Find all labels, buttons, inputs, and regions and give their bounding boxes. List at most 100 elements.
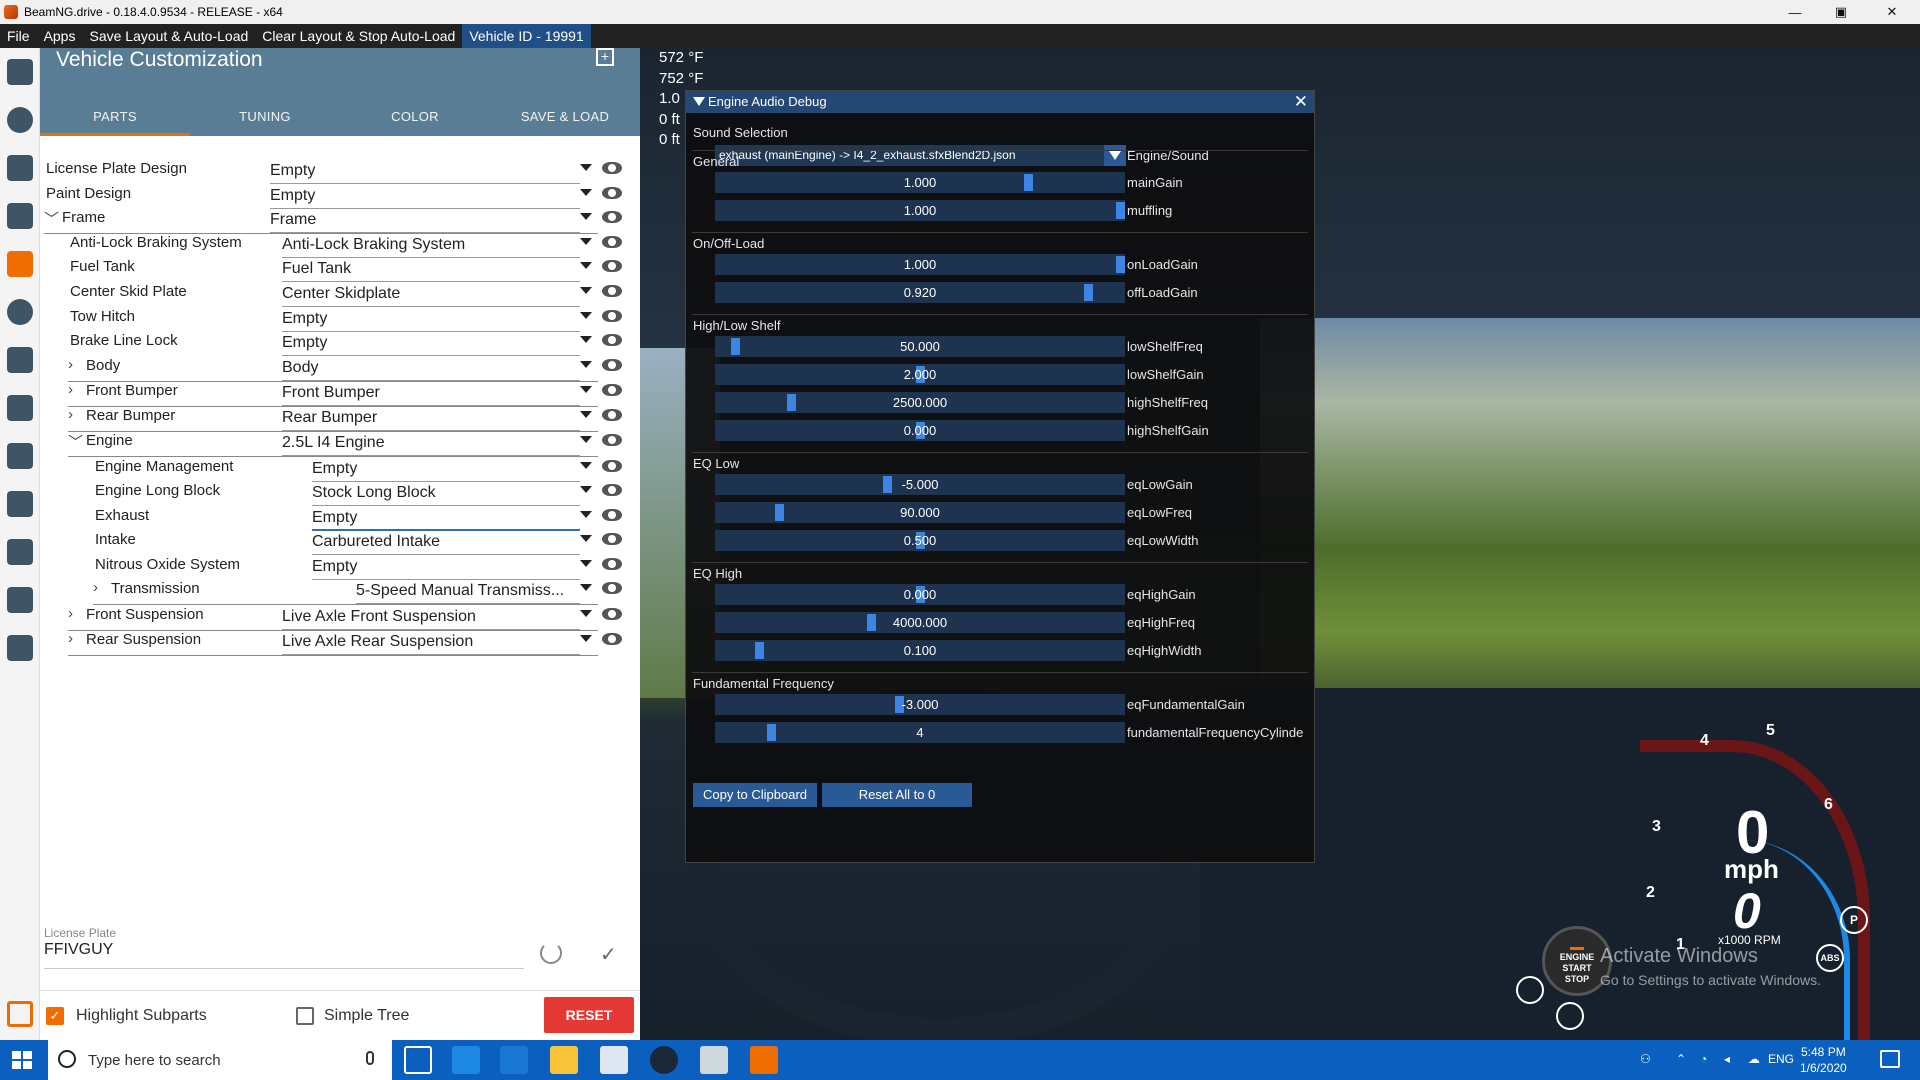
visibility-eye-icon[interactable] xyxy=(602,509,622,521)
windows-start-icon[interactable] xyxy=(12,1051,32,1069)
visibility-eye-icon[interactable] xyxy=(602,236,622,248)
slider-track[interactable]: 2.000 xyxy=(715,364,1125,385)
dropdown-arrow-icon[interactable] xyxy=(580,189,592,196)
slider-track[interactable]: 1.000 xyxy=(715,254,1125,275)
tab-tuning[interactable]: TUNING xyxy=(190,98,340,136)
volume-icon[interactable]: ◂ xyxy=(1724,1052,1730,1066)
visibility-eye-icon[interactable] xyxy=(602,533,622,545)
expand-chevron-icon[interactable]: › xyxy=(93,579,98,596)
notepad-icon[interactable] xyxy=(700,1046,728,1074)
visibility-eye-icon[interactable] xyxy=(602,409,622,421)
slider-track[interactable]: 0.920 xyxy=(715,282,1125,303)
store-icon[interactable] xyxy=(500,1046,528,1074)
slider-track[interactable]: 1.000 xyxy=(715,200,1125,221)
dropdown-arrow-icon[interactable] xyxy=(580,635,592,642)
dropdown-arrow-icon[interactable] xyxy=(580,486,592,493)
tab-save-load[interactable]: SAVE & LOAD xyxy=(490,98,640,136)
dropdown-arrow-icon[interactable] xyxy=(580,361,592,368)
help-icon[interactable] xyxy=(0,96,40,144)
visibility-eye-icon[interactable] xyxy=(602,633,622,645)
dropdown-arrow-icon[interactable] xyxy=(580,411,592,418)
visibility-eye-icon[interactable] xyxy=(602,187,622,199)
slider-track[interactable]: 0.100 xyxy=(715,640,1125,661)
visibility-eye-icon[interactable] xyxy=(602,460,622,472)
slider-track[interactable]: 90.000 xyxy=(715,502,1125,523)
dropdown-arrow-icon[interactable] xyxy=(580,560,592,567)
reset-all-button[interactable]: Reset All to 0 xyxy=(822,783,972,807)
people-icon[interactable]: ⚇ xyxy=(1640,1052,1651,1066)
tab-color[interactable]: COLOR xyxy=(340,98,490,136)
ui-apps-icon[interactable] xyxy=(0,480,40,528)
menu-file[interactable]: File xyxy=(0,24,37,48)
reset-button[interactable]: RESET xyxy=(544,997,634,1033)
task-view-icon[interactable] xyxy=(404,1046,432,1074)
network-icon[interactable]: ◔ xyxy=(1700,1052,1707,1066)
visibility-eye-icon[interactable] xyxy=(602,558,622,570)
expand-chevron-icon[interactable]: › xyxy=(68,381,73,398)
menu-save-layout[interactable]: Save Layout & Auto-Load xyxy=(82,24,255,48)
visibility-eye-icon[interactable] xyxy=(602,484,622,496)
file-explorer-icon[interactable] xyxy=(550,1046,578,1074)
slider-track[interactable]: -3.000 xyxy=(715,694,1125,715)
microphone-icon[interactable] xyxy=(366,1051,374,1065)
camera-icon[interactable] xyxy=(0,432,40,480)
onedrive-icon[interactable]: ☁ xyxy=(1748,1052,1760,1066)
stats-chart-icon[interactable] xyxy=(0,624,40,672)
engine-audio-debug-titlebar[interactable]: Engine Audio Debug ✕ xyxy=(686,91,1314,113)
part-select[interactable]: Live Axle Rear Suspension xyxy=(282,629,580,655)
collapse-triangle-icon[interactable] xyxy=(693,97,705,106)
slider-track[interactable]: 50.000 xyxy=(715,336,1125,357)
slider-track[interactable]: 4 xyxy=(715,722,1125,743)
taskbar-search-box[interactable]: Type here to search xyxy=(48,1040,392,1080)
vehicle-config-icon[interactable] xyxy=(0,240,40,288)
beamng-taskbar-icon[interactable] xyxy=(750,1046,778,1074)
sound-selection-combo[interactable]: exhaust (mainEngine) -> I4_2_exhaust.sfx… xyxy=(715,145,1106,166)
minimize-button[interactable]: — xyxy=(1772,0,1818,24)
refresh-icon[interactable] xyxy=(540,942,562,964)
language-indicator[interactable]: ENG xyxy=(1768,1052,1794,1066)
license-plate-input[interactable]: FFIVGUY xyxy=(44,941,524,969)
tray-chevron-icon[interactable]: ⌃ xyxy=(1676,1052,1686,1066)
menu-vehicle-id[interactable]: Vehicle ID - 19991 xyxy=(462,24,591,48)
film-icon[interactable] xyxy=(0,384,40,432)
visibility-eye-icon[interactable] xyxy=(602,211,622,223)
visibility-eye-icon[interactable] xyxy=(602,285,622,297)
debug-bug-icon[interactable] xyxy=(0,576,40,624)
visibility-eye-icon[interactable] xyxy=(602,384,622,396)
action-center-icon[interactable] xyxy=(1880,1050,1900,1068)
dropdown-arrow-icon[interactable] xyxy=(580,213,592,220)
dropdown-arrow-icon[interactable] xyxy=(580,610,592,617)
expand-chevron-icon[interactable]: › xyxy=(68,605,73,622)
dropdown-arrow-icon[interactable] xyxy=(580,336,592,343)
add-panel-icon[interactable]: + xyxy=(596,48,614,66)
expand-chevron-icon[interactable]: › xyxy=(68,356,73,373)
environment-icon[interactable] xyxy=(0,288,40,336)
vehicle-icon[interactable] xyxy=(0,192,40,240)
layers-icon[interactable] xyxy=(0,48,40,96)
collapse-chevron-icon[interactable]: ﹀ xyxy=(44,208,59,229)
dropdown-arrow-icon[interactable] xyxy=(580,312,592,319)
dropdown-arrow-icon[interactable] xyxy=(580,436,592,443)
dropdown-arrow-icon[interactable] xyxy=(580,386,592,393)
combo-arrow-icon[interactable] xyxy=(1104,145,1126,166)
collapse-chevron-icon[interactable]: ﹀ xyxy=(68,431,83,452)
visibility-eye-icon[interactable] xyxy=(602,260,622,272)
tab-parts[interactable]: PARTS xyxy=(40,98,190,136)
part-row[interactable]: › Rear Suspension Live Axle Rear Suspensio… xyxy=(40,625,640,656)
highlight-subparts-checkbox[interactable]: ✓ xyxy=(46,1007,64,1025)
menu-clear-layout[interactable]: Clear Layout & Stop Auto-Load xyxy=(255,24,462,48)
visibility-eye-icon[interactable] xyxy=(602,162,622,174)
dropdown-arrow-icon[interactable] xyxy=(580,287,592,294)
dropdown-arrow-icon[interactable] xyxy=(580,462,592,469)
maximize-button[interactable]: ▣ xyxy=(1818,0,1864,24)
dropdown-arrow-icon[interactable] xyxy=(580,535,592,542)
slider-track[interactable]: 2500.000 xyxy=(715,392,1125,413)
slider-track[interactable]: -5.000 xyxy=(715,474,1125,495)
menu-apps[interactable]: Apps xyxy=(37,24,83,48)
slider-track[interactable]: 0.000 xyxy=(715,584,1125,605)
visibility-eye-icon[interactable] xyxy=(602,334,622,346)
taskbar-clock[interactable]: 5:48 PM 1/6/2020 xyxy=(1800,1044,1847,1076)
mail-icon[interactable] xyxy=(600,1046,628,1074)
expand-chevron-icon[interactable]: › xyxy=(68,406,73,423)
dropdown-arrow-icon[interactable] xyxy=(580,584,592,591)
